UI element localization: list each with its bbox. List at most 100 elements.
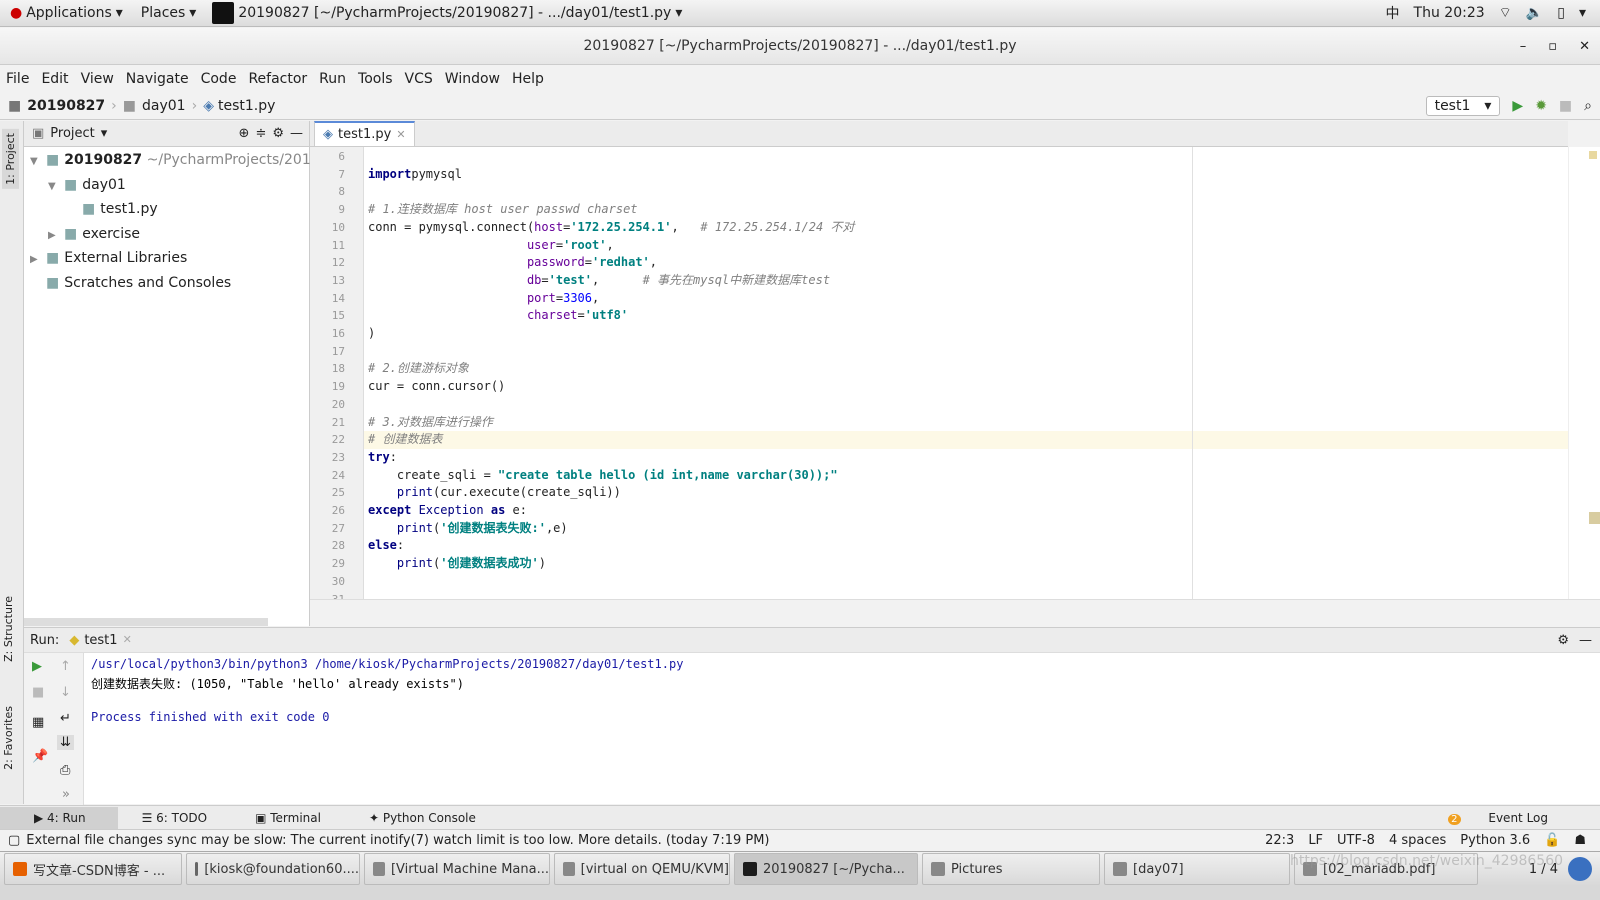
hide-icon[interactable]: — xyxy=(1579,633,1592,648)
applications-menu[interactable]: ● Applications ▾ xyxy=(10,5,123,21)
code-line[interactable]: print('创建数据表成功') xyxy=(368,555,546,573)
code-line[interactable]: try: xyxy=(368,449,397,467)
battery-icon[interactable]: ▯ xyxy=(1557,5,1565,21)
inspector-icon[interactable]: ☗ xyxy=(1574,833,1586,848)
soft-wrap-icon[interactable]: ↵ xyxy=(60,711,71,726)
event-log-button[interactable]: 2 Event Log xyxy=(1448,811,1572,825)
taskbar-item[interactable]: [virtual on QEMU/KVM] xyxy=(554,853,730,885)
tab-test1-py[interactable]: ◈ test1.py ✕ xyxy=(314,121,415,146)
tree-item[interactable]: ■ test1.py xyxy=(66,197,158,221)
run-icon[interactable]: ▶ xyxy=(1512,98,1523,114)
code-line[interactable]: charset='utf8' xyxy=(368,307,628,325)
code-line[interactable]: # 3.对数据库进行操作 xyxy=(368,414,493,432)
menu-vcs[interactable]: VCS xyxy=(405,71,433,87)
print-icon[interactable]: ⎙ xyxy=(60,763,70,778)
close-tab-icon[interactable]: ✕ xyxy=(123,633,132,648)
expand-arrow-icon[interactable]: ▼ xyxy=(30,150,46,174)
locate-icon[interactable]: ⊕ xyxy=(239,126,250,141)
breadcrumb-project[interactable]: 20190827 xyxy=(27,98,105,114)
menu-file[interactable]: File xyxy=(6,71,29,87)
editor-scrollbar[interactable] xyxy=(1568,147,1600,599)
code-line[interactable]: # 1.连接数据库 host user passwd charset xyxy=(368,201,638,219)
code-line[interactable]: # 创建数据表 xyxy=(368,431,442,449)
code-line[interactable]: db='test', # 事先在mysql中新建数据库test xyxy=(368,272,830,290)
project-view-select[interactable]: Project xyxy=(50,126,94,141)
workspace-indicator[interactable]: 1 / 4 xyxy=(1529,857,1592,881)
rerun-icon[interactable]: ▶ xyxy=(32,659,42,674)
code-line[interactable]: cur = conn.cursor() xyxy=(368,378,505,396)
collapse-icon[interactable]: ≑ xyxy=(255,126,266,141)
status-toggle-icon[interactable]: ▢ xyxy=(8,833,20,848)
code-line[interactable]: print('创建数据表失败:',e) xyxy=(368,520,568,538)
debug-icon[interactable]: ✹ xyxy=(1535,98,1547,114)
code-line[interactable]: # 2.创建游标对象 xyxy=(368,360,469,378)
close-tab-icon[interactable]: ✕ xyxy=(396,128,405,141)
interpreter[interactable]: Python 3.6 xyxy=(1460,833,1530,848)
search-icon[interactable]: ⌕ xyxy=(1584,98,1592,114)
file-encoding[interactable]: UTF-8 xyxy=(1337,833,1375,848)
minimize-button[interactable]: – xyxy=(1520,39,1527,54)
tree-item[interactable]: ▶ ■ External Libraries xyxy=(30,246,187,270)
stop-icon[interactable]: ■ xyxy=(32,685,44,700)
hide-icon[interactable]: — xyxy=(290,126,303,141)
lock-icon[interactable]: 🔓 xyxy=(1544,833,1560,848)
taskbar-item[interactable]: [02_mariadb.pdf] xyxy=(1294,853,1478,885)
code-line[interactable]: else: xyxy=(368,537,404,555)
menu-edit[interactable]: Edit xyxy=(41,71,68,87)
up-arrow-icon[interactable]: ↑ xyxy=(60,659,71,674)
gear-icon[interactable]: ⚙ xyxy=(1557,633,1569,648)
layout-icon[interactable]: ▦ xyxy=(32,715,44,730)
tree-item[interactable]: ▶ ■ exercise xyxy=(48,222,140,246)
menu-tools[interactable]: Tools xyxy=(358,71,393,87)
tree-item[interactable]: ▼ ■ day01 xyxy=(48,173,126,197)
menu-window[interactable]: Window xyxy=(445,71,500,87)
taskbar-item[interactable]: [day07] xyxy=(1104,853,1290,885)
menu-help[interactable]: Help xyxy=(512,71,544,87)
more-icon[interactable]: » xyxy=(62,787,70,802)
menu-refactor[interactable]: Refactor xyxy=(248,71,307,87)
chevron-down-icon[interactable]: ▾ xyxy=(1579,5,1586,21)
menu-run[interactable]: Run xyxy=(319,71,346,87)
wifi-icon[interactable]: ⌔ xyxy=(1499,4,1512,22)
code-line[interactable]: password='redhat', xyxy=(368,254,657,272)
horizontal-scrollbar[interactable] xyxy=(24,618,268,626)
pin-icon[interactable]: 📌 xyxy=(32,749,48,764)
code-line[interactable]: conn = pymysql.connect(host='172.25.254.… xyxy=(368,219,854,237)
code-line[interactable]: user='root', xyxy=(368,237,614,255)
code-line[interactable]: importpymysql xyxy=(368,166,462,184)
clock[interactable]: Thu 20:23 xyxy=(1414,5,1485,21)
code-line[interactable]: port=3306, xyxy=(368,290,599,308)
cursor-position[interactable]: 22:3 xyxy=(1265,833,1294,848)
expand-arrow-icon[interactable]: ▶ xyxy=(48,224,64,248)
menu-code[interactable]: Code xyxy=(201,71,237,87)
taskbar-item[interactable]: Pictures xyxy=(922,853,1100,885)
places-menu[interactable]: Places ▾ xyxy=(141,5,197,21)
structure-tool-tab[interactable]: Z: Structure xyxy=(2,596,15,662)
favorites-tool-tab[interactable]: 2: Favorites xyxy=(2,706,15,770)
line-separator[interactable]: LF xyxy=(1308,833,1323,848)
tool-tab-todo[interactable]: ☰ 6: TODO xyxy=(142,811,232,825)
expand-arrow-icon[interactable]: ▶ xyxy=(30,248,46,272)
tool-tab-python-console[interactable]: ✦ Python Console xyxy=(369,811,500,825)
stop-icon[interactable]: ■ xyxy=(1559,98,1572,114)
menu-view[interactable]: View xyxy=(81,71,114,87)
tree-item[interactable]: ■ Scratches and Consoles xyxy=(30,271,231,295)
tool-tab-terminal[interactable]: ▣ Terminal xyxy=(255,811,345,825)
gear-icon[interactable]: ⚙ xyxy=(272,126,284,141)
scroll-to-end-icon[interactable]: ⇊ xyxy=(57,735,74,750)
code-line[interactable]: except Exception as e: xyxy=(368,502,527,520)
volume-icon[interactable]: 🔈 xyxy=(1526,5,1543,21)
indent-setting[interactable]: 4 spaces xyxy=(1389,833,1446,848)
input-method-indicator[interactable]: 中 xyxy=(1386,3,1400,23)
tree-item[interactable]: ▼ ■ 20190827 ~/PycharmProjects/2019 xyxy=(30,148,320,172)
run-tab-test1[interactable]: ◆ test1 ✕ xyxy=(69,633,131,648)
taskbar-item[interactable]: [Virtual Machine Mana... xyxy=(364,853,550,885)
maximize-button[interactable]: ▫ xyxy=(1548,39,1557,54)
project-tool-tab[interactable]: 1: Project xyxy=(2,129,19,189)
menu-navigate[interactable]: Navigate xyxy=(126,71,189,87)
expand-arrow-icon[interactable]: ▼ xyxy=(48,175,64,199)
code-line[interactable]: create_sqli = "create table hello (id in… xyxy=(368,467,838,485)
breadcrumb-file[interactable]: test1.py xyxy=(218,98,275,114)
taskbar-item[interactable]: [kiosk@foundation60.... xyxy=(186,853,360,885)
code-line[interactable]: print(cur.execute(create_sqli)) xyxy=(368,484,621,502)
